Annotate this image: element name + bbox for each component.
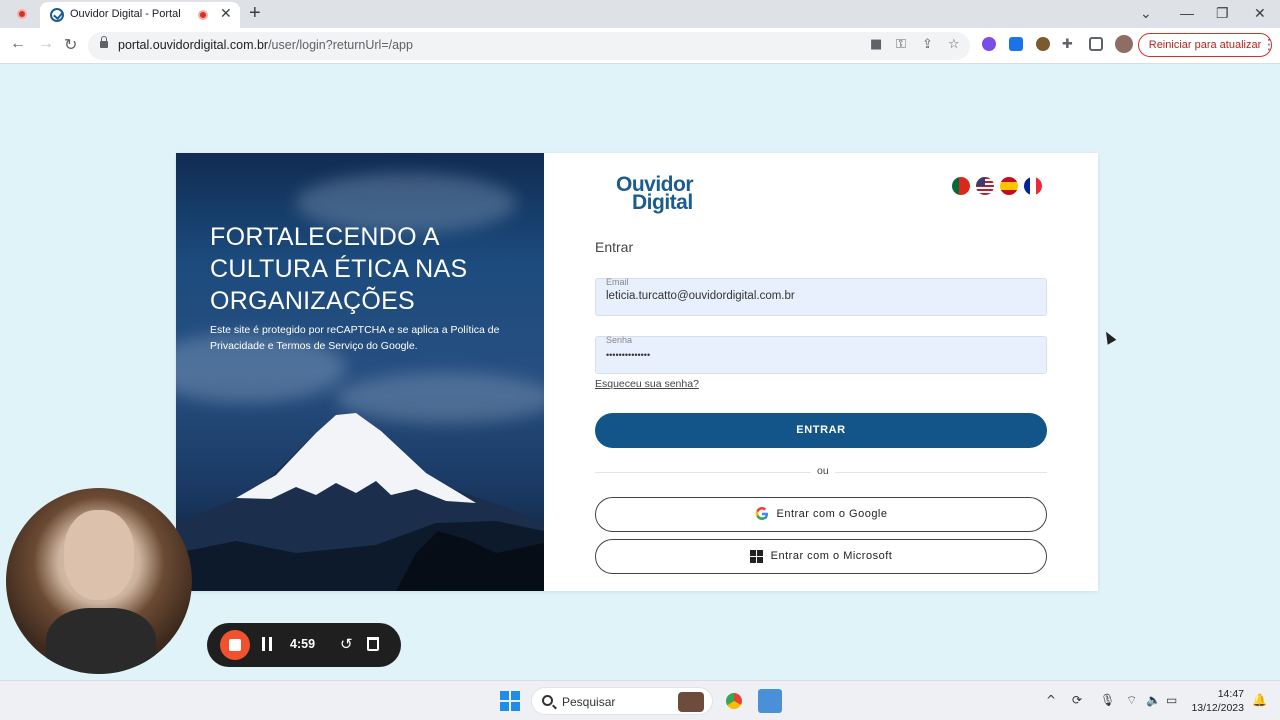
password-label: Senha: [606, 335, 633, 345]
password-value: ••••••••••••••: [606, 350, 651, 360]
microsoft-login-button[interactable]: Entrar com o Microsoft: [595, 539, 1047, 574]
microsoft-login-label: Entrar com o Microsoft: [770, 550, 893, 562]
email-label: Email: [606, 277, 629, 287]
restart-to-update-button[interactable]: Reiniciar para atualizar: [1138, 33, 1272, 57]
browser-toolbar: ← → ↻ portal.ouvidordigital.com.br/user/…: [0, 28, 1280, 64]
pause-recording-button[interactable]: [262, 637, 272, 651]
password-field[interactable]: Senha ••••••••••••••: [595, 335, 1047, 374]
flag-france-icon[interactable]: [1024, 177, 1042, 195]
webcam-overlay[interactable]: [6, 488, 192, 674]
delete-recording-icon[interactable]: [367, 637, 379, 651]
hero-subtitle: Este site é protegido por reCAPTCHA e se…: [210, 324, 500, 352]
ouvidor-digital-logo: Ouvidor Digital: [616, 173, 694, 214]
notifications-icon[interactable]: 🔔: [1252, 693, 1267, 707]
address-bar[interactable]: portal.ouvidordigital.com.br/user/login?…: [88, 32, 970, 60]
extension-1-icon[interactable]: [982, 37, 996, 51]
tab-search-icon[interactable]: ⌄: [1140, 5, 1152, 22]
extensions-puzzle-icon[interactable]: ✚: [1062, 37, 1073, 52]
mount-fuji-image: [176, 413, 544, 591]
url-text: portal.ouvidordigital.com.br/user/login?…: [118, 38, 413, 52]
taskbar-clock[interactable]: 14:47 13/12/2023: [1190, 687, 1244, 715]
login-submit-button[interactable]: ENTRAR: [595, 413, 1047, 448]
windows-start-icon[interactable]: [500, 691, 520, 711]
extension-3-icon[interactable]: [1036, 37, 1050, 51]
close-window-button[interactable]: ✕: [1254, 5, 1266, 22]
tab-title: Ouvidor Digital - Portal: [70, 8, 181, 20]
back-button[interactable]: ←: [10, 35, 26, 53]
form-title: Entrar: [595, 239, 634, 255]
browser-tab-active[interactable]: Ouvidor Digital - Portal ✕: [40, 2, 240, 28]
reload-button[interactable]: ↻: [64, 35, 77, 55]
app-taskbar-icon[interactable]: [758, 689, 782, 713]
camera-icon[interactable]: ■: [870, 37, 882, 52]
extension-2-icon[interactable]: [1009, 37, 1023, 51]
email-value: leticia.turcatto@ouvidordigital.com.br: [606, 290, 795, 302]
key-icon[interactable]: ⚿: [896, 37, 906, 52]
divider-or-label: ou: [811, 465, 835, 477]
search-icon: [542, 695, 553, 706]
browser-tab-bar: Ouvidor Digital - Portal ✕ + ⌄ — ❐ ✕: [0, 0, 1280, 28]
share-icon[interactable]: ⇪: [922, 37, 933, 52]
recording-indicator-icon: [17, 9, 27, 19]
flag-portugal-icon[interactable]: [952, 177, 970, 195]
taskbar-search-input[interactable]: Pesquisar: [531, 687, 713, 715]
google-login-button[interactable]: Entrar com o Google: [595, 497, 1047, 532]
battery-icon[interactable]: ▭: [1166, 693, 1177, 707]
google-icon: [755, 507, 768, 521]
profile-avatar[interactable]: [1115, 35, 1133, 53]
microphone-icon[interactable]: 🎙: [1100, 693, 1115, 707]
hero-image-panel: FORTALECENDO A CULTURA ÉTICA NAS ORGANIZ…: [176, 153, 544, 591]
tray-chevron-icon[interactable]: ^: [1046, 693, 1056, 707]
taskbar-search-placeholder: Pesquisar: [562, 695, 616, 709]
flag-usa-icon[interactable]: [976, 177, 994, 195]
volume-icon[interactable]: 🔈: [1146, 693, 1161, 707]
chrome-taskbar-icon[interactable]: [722, 689, 746, 713]
email-field[interactable]: Email leticia.turcatto@ouvidordigital.co…: [595, 277, 1047, 316]
recording-timer: 4:59: [290, 637, 316, 651]
restart-recording-icon[interactable]: ↺: [340, 635, 353, 653]
side-panel-icon[interactable]: [1089, 37, 1103, 51]
wifi-icon[interactable]: ⌔: [1126, 693, 1137, 708]
bookmark-star-icon[interactable]: ☆: [948, 37, 960, 52]
mouse-cursor-icon: [1101, 329, 1117, 345]
forward-button[interactable]: →: [38, 35, 54, 53]
search-highlight-icon: [678, 692, 704, 712]
forgot-password-link[interactable]: Esqueceu sua senha?: [595, 378, 699, 390]
sync-icon[interactable]: ⟳: [1072, 693, 1082, 707]
ouvidor-favicon-icon: [50, 8, 64, 22]
close-tab-icon[interactable]: ✕: [220, 6, 232, 22]
tab-recording-icon: [198, 10, 208, 20]
new-tab-button[interactable]: +: [249, 2, 261, 25]
windows-taskbar: Pesquisar ^ ⟳ 🎙 ⌔ 🔈 ▭ 14:47 13/12/2023 🔔: [0, 680, 1280, 720]
microsoft-icon: [749, 549, 763, 563]
lock-icon: [100, 36, 108, 48]
stop-recording-button[interactable]: [220, 630, 250, 660]
minimize-button[interactable]: —: [1180, 5, 1194, 21]
recording-controls: 4:59 ↺: [207, 623, 401, 667]
restore-button[interactable]: ❐: [1216, 5, 1229, 22]
menu-kebab-icon[interactable]: ⋮: [1262, 37, 1276, 53]
hero-title: FORTALECENDO A CULTURA ÉTICA NAS ORGANIZ…: [210, 223, 468, 315]
flag-spain-icon[interactable]: [1000, 177, 1018, 195]
google-login-label: Entrar com o Google: [776, 508, 888, 520]
login-card: FORTALECENDO A CULTURA ÉTICA NAS ORGANIZ…: [176, 153, 1098, 591]
